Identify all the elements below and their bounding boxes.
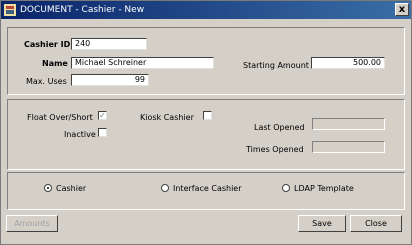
radio-ldap-template[interactable] [282, 184, 290, 192]
name-label: Name [42, 59, 68, 68]
title-bar: DOCUMENT - Cashier - New x [1, 1, 411, 19]
cashier-window: DOCUMENT - Cashier - New x Cashier ID 24… [0, 0, 412, 245]
radio-cashier-label: Cashier [56, 184, 87, 193]
radio-interface-cashier[interactable] [161, 184, 169, 192]
last-opened-field [312, 118, 385, 130]
save-button-label: Save [312, 219, 332, 228]
times-opened-label: Times Opened [246, 145, 304, 154]
max-uses-label: Max. Uses [26, 77, 67, 86]
starting-amount-label: Starting Amount [243, 61, 309, 70]
close-button[interactable]: Close [350, 215, 402, 232]
amounts-button[interactable]: Amounts [6, 215, 58, 232]
float-over-short-label: Float Over/Short [27, 113, 93, 122]
last-opened-label: Last Opened [254, 123, 305, 132]
name-field[interactable]: Michael Schreiner [71, 57, 214, 69]
kiosk-cashier-checkbox[interactable] [203, 111, 212, 120]
close-button-label: Close [365, 219, 387, 228]
close-window-icon[interactable]: x [395, 3, 409, 16]
cashier-id-field[interactable]: 240 [71, 38, 147, 50]
radio-cashier[interactable] [44, 184, 52, 192]
times-opened-field [312, 141, 385, 153]
inactive-checkbox[interactable] [98, 128, 107, 137]
cashier-id-label: Cashier ID [24, 40, 71, 49]
save-button[interactable]: Save [298, 215, 346, 232]
kiosk-cashier-label: Kiosk Cashier [140, 113, 194, 122]
max-uses-field[interactable]: 99 [71, 74, 149, 86]
window-title: DOCUMENT - Cashier - New [20, 5, 145, 15]
radio-ldap-template-label: LDAP Template [294, 184, 354, 193]
starting-amount-field[interactable]: 500.00 [311, 57, 385, 69]
inactive-label: Inactive [64, 130, 96, 139]
app-icon [4, 4, 16, 16]
radio-interface-cashier-label: Interface Cashier [173, 184, 242, 193]
float-over-short-checkbox[interactable]: ✓ [98, 111, 107, 120]
